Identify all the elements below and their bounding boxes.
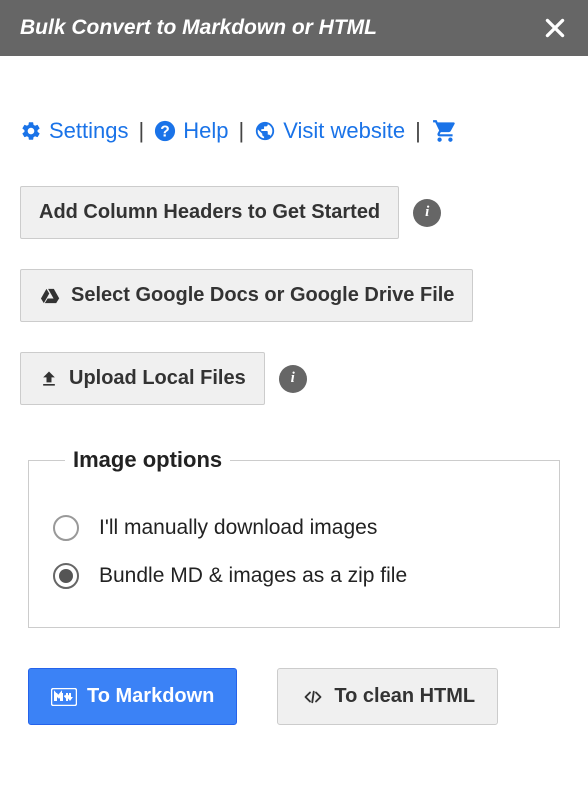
separator: |: [415, 118, 421, 144]
help-link-label: Help: [183, 118, 228, 144]
radio-bundle-row[interactable]: Bundle MD & images as a zip file: [53, 563, 535, 589]
code-icon: [300, 688, 326, 706]
visit-website-link[interactable]: Visit website: [254, 118, 405, 144]
visit-website-link-label: Visit website: [283, 118, 405, 144]
info-icon[interactable]: i: [413, 199, 441, 227]
close-icon: [542, 15, 568, 41]
markdown-icon: [51, 688, 77, 706]
upload-local-files-label: Upload Local Files: [69, 367, 246, 390]
help-icon: ?: [154, 120, 176, 142]
add-headers-row: Add Column Headers to Get Started i: [20, 186, 568, 239]
help-link[interactable]: ? Help: [154, 118, 228, 144]
dialog-header: Bulk Convert to Markdown or HTML: [0, 0, 588, 56]
image-options-legend: Image options: [65, 447, 230, 473]
image-options-fieldset: Image options I'll manually download ima…: [28, 447, 560, 628]
radio-manual-row[interactable]: I'll manually download images: [53, 515, 535, 541]
radio-dot-icon: [59, 569, 73, 583]
radio-bundle-label: Bundle MD & images as a zip file: [99, 564, 407, 588]
action-row: To Markdown To clean HTML: [20, 668, 568, 725]
dialog-title: Bulk Convert to Markdown or HTML: [20, 16, 377, 40]
select-google-drive-button[interactable]: Select Google Docs or Google Drive File: [20, 269, 473, 322]
select-google-drive-label: Select Google Docs or Google Drive File: [71, 284, 454, 307]
radio-manual[interactable]: [53, 515, 79, 541]
cart-link[interactable]: [431, 118, 459, 144]
upload-icon: [39, 369, 59, 389]
to-html-label: To clean HTML: [334, 685, 475, 708]
globe-icon: [254, 120, 276, 142]
upload-local-row: Upload Local Files i: [20, 352, 568, 405]
add-column-headers-button[interactable]: Add Column Headers to Get Started: [20, 186, 399, 239]
drive-icon: [39, 286, 61, 306]
to-markdown-button[interactable]: To Markdown: [28, 668, 237, 725]
settings-link-label: Settings: [49, 118, 129, 144]
settings-link[interactable]: Settings: [20, 118, 129, 144]
to-html-button[interactable]: To clean HTML: [277, 668, 498, 725]
upload-local-files-button[interactable]: Upload Local Files: [20, 352, 265, 405]
radio-bundle[interactable]: [53, 563, 79, 589]
to-markdown-label: To Markdown: [87, 685, 214, 708]
add-column-headers-label: Add Column Headers to Get Started: [39, 201, 380, 224]
svg-text:?: ?: [160, 124, 170, 141]
gear-icon: [20, 120, 42, 142]
select-drive-row: Select Google Docs or Google Drive File: [20, 269, 568, 322]
links-row: Settings | ? Help | Visit website |: [20, 118, 568, 144]
dialog-content: Settings | ? Help | Visit website | Add …: [0, 56, 588, 751]
info-icon[interactable]: i: [279, 365, 307, 393]
separator: |: [238, 118, 244, 144]
separator: |: [139, 118, 145, 144]
radio-manual-label: I'll manually download images: [99, 516, 377, 540]
cart-icon: [431, 118, 459, 144]
close-button[interactable]: [542, 15, 568, 41]
